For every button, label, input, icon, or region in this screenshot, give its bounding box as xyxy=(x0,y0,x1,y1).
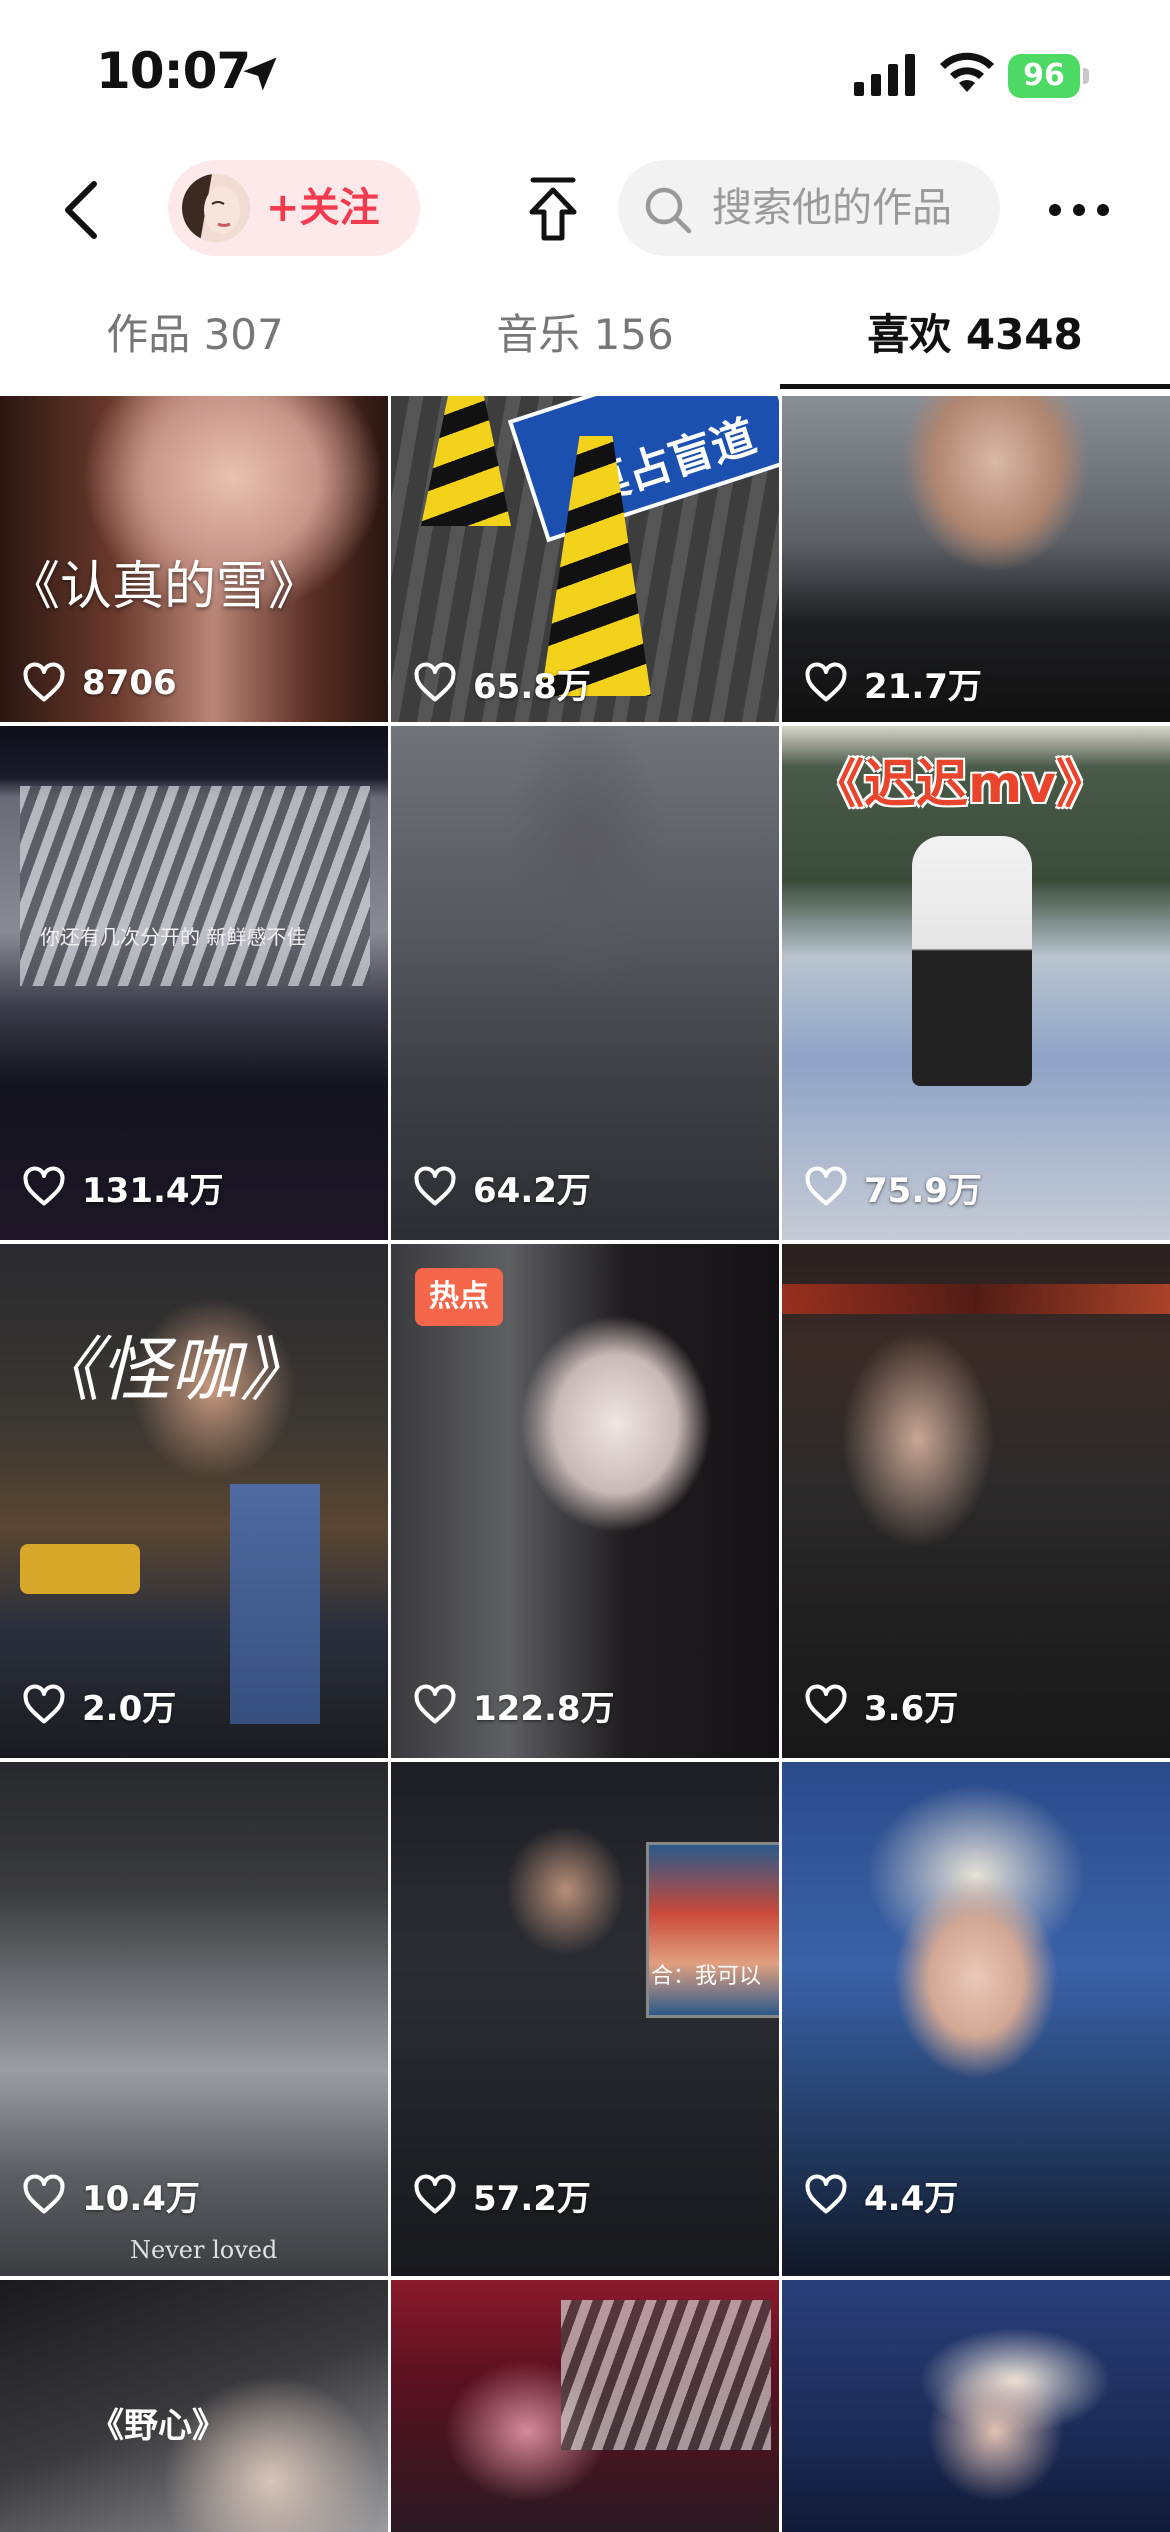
like-count: 4.4万 xyxy=(864,2178,959,2219)
signal-icon xyxy=(854,54,915,96)
heart-icon xyxy=(805,662,847,702)
location-arrow-icon xyxy=(243,57,277,91)
like-count: 75.9万 xyxy=(864,1170,982,1211)
video-tile[interactable] xyxy=(391,2280,779,2532)
hot-badge: 热点 xyxy=(415,1268,503,1326)
video-tile[interactable]: 4.4万 xyxy=(782,1762,1170,2276)
screen-pattern xyxy=(561,2300,771,2450)
video-tile[interactable]: Never loved 10.4万 xyxy=(0,1762,388,2276)
like-row: 4.4万 xyxy=(804,2170,958,2220)
like-count: 122.8万 xyxy=(473,1688,615,1729)
video-tile[interactable]: 《迟迟mv》 75.9万 xyxy=(782,726,1170,1240)
tab-works[interactable]: 作品 307 xyxy=(0,290,390,390)
battery-icon: 96 xyxy=(1008,54,1089,98)
video-caption: 你还有几次分开的 新鲜感不佳 xyxy=(40,925,307,949)
like-count: 8706 xyxy=(82,663,177,703)
stage-lights xyxy=(782,1284,1170,1314)
share-icon[interactable] xyxy=(518,172,588,248)
video-tile[interactable]: 莫占盲道 65.8万 xyxy=(391,396,779,722)
karaoke-screen xyxy=(646,1842,779,2018)
heart-icon xyxy=(23,1684,65,1724)
video-tile[interactable] xyxy=(782,2280,1170,2532)
avatar-face-icon xyxy=(182,174,250,242)
status-bar: 10:07 96 xyxy=(0,0,1170,150)
more-icon[interactable] xyxy=(1044,180,1114,240)
video-thumbnail xyxy=(782,2280,1170,2532)
video-caption: 合：我可以 xyxy=(651,1964,762,1989)
like-row: 10.4万 xyxy=(22,2170,200,2220)
video-caption: Never loved xyxy=(130,2236,278,2264)
like-row: 2.0万 xyxy=(22,1680,176,1730)
pot xyxy=(20,1544,140,1594)
battery-cap xyxy=(1083,68,1089,84)
follow-label: +关注 xyxy=(266,185,380,231)
video-caption: 《怪咖》 xyxy=(30,1329,310,1411)
heart-icon xyxy=(805,2174,847,2214)
like-count: 57.2万 xyxy=(473,2178,591,2219)
like-count: 64.2万 xyxy=(473,1170,591,1211)
like-count: 131.4万 xyxy=(82,1170,224,1211)
profile-tabs: 作品 307 音乐 156 喜欢 4348 xyxy=(0,290,1170,390)
like-count: 21.7万 xyxy=(864,666,982,707)
like-row: 57.2万 xyxy=(413,2170,591,2220)
heart-icon xyxy=(414,662,456,702)
like-row: 21.7万 xyxy=(804,658,982,708)
tab-active-indicator xyxy=(780,384,1170,389)
video-caption: 《野心》 xyxy=(90,2406,226,2446)
status-time: 10:07 xyxy=(96,42,251,100)
video-tile[interactable]: 21.7万 xyxy=(782,396,1170,722)
video-tile[interactable]: 热点 122.8万 xyxy=(391,1244,779,1758)
video-caption: 《认真的雪》 xyxy=(8,557,321,617)
like-row: 65.8万 xyxy=(413,658,591,708)
tab-likes[interactable]: 喜欢 4348 xyxy=(780,290,1170,390)
heart-icon xyxy=(23,1166,65,1206)
search-icon xyxy=(645,187,692,234)
like-count: 3.6万 xyxy=(864,1688,959,1729)
heart-icon xyxy=(414,1166,456,1206)
search-input[interactable] xyxy=(712,160,992,256)
screen-pattern xyxy=(20,786,370,986)
battery-level: 96 xyxy=(1023,58,1065,93)
back-icon[interactable] xyxy=(50,170,120,250)
follow-button[interactable]: +关注 xyxy=(168,160,420,256)
heart-icon xyxy=(414,1684,456,1724)
heart-icon xyxy=(805,1166,847,1206)
apron xyxy=(230,1484,320,1724)
tab-music[interactable]: 音乐 156 xyxy=(390,290,780,390)
nav-bar: +关注 xyxy=(0,150,1170,270)
like-count: 65.8万 xyxy=(473,666,591,707)
wifi-icon xyxy=(940,52,994,92)
video-tile[interactable]: 合：我可以 57.2万 xyxy=(391,1762,779,2276)
like-row: 122.8万 xyxy=(413,1680,615,1730)
video-tile[interactable]: 3.6万 xyxy=(782,1244,1170,1758)
heart-icon xyxy=(23,662,65,702)
video-tile[interactable]: 你还有几次分开的 新鲜感不佳 131.4万 xyxy=(0,726,388,1240)
video-tile[interactable]: 64.2万 xyxy=(391,726,779,1240)
heart-icon xyxy=(414,2174,456,2214)
video-caption: 《迟迟mv》 xyxy=(812,755,1109,815)
like-count: 2.0万 xyxy=(82,1688,177,1729)
search-box[interactable] xyxy=(618,160,1000,256)
avatar xyxy=(182,174,250,242)
heart-icon xyxy=(805,1684,847,1724)
like-row: 75.9万 xyxy=(804,1162,982,1212)
video-tile[interactable]: 《认真的雪》 8706 xyxy=(0,396,388,722)
video-grid: 《认真的雪》 8706 莫占盲道 65.8万 21.7万 你还有几次分开的 新鲜… xyxy=(0,396,1170,2532)
person-figure xyxy=(912,836,1032,1086)
like-row: 131.4万 xyxy=(22,1162,224,1212)
like-row: 8706 xyxy=(22,658,177,708)
heart-icon xyxy=(23,2174,65,2214)
like-count: 10.4万 xyxy=(82,2178,200,2219)
video-tile[interactable]: 《野心》 xyxy=(0,2280,388,2532)
video-tile[interactable]: 《怪咖》 2.0万 xyxy=(0,1244,388,1758)
like-row: 64.2万 xyxy=(413,1162,591,1212)
like-row: 3.6万 xyxy=(804,1680,958,1730)
